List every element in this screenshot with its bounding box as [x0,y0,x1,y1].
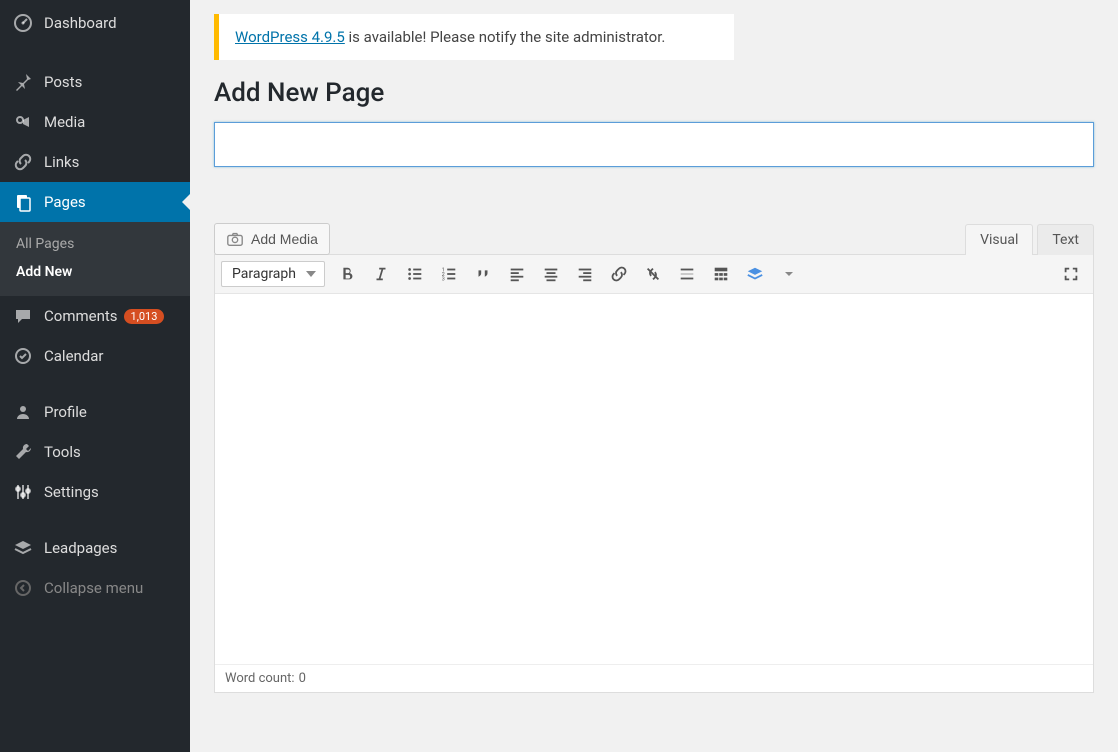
tab-text[interactable]: Text [1037,224,1094,255]
fullscreen-button[interactable] [1055,259,1087,289]
sidebar-sub-add-new[interactable]: Add New [0,258,190,286]
post-title-input[interactable] [214,122,1094,167]
update-notice-link[interactable]: WordPress 4.9.5 [235,28,345,46]
sidebar-item-label: Profile [44,403,87,421]
editor-status-bar: Word count: 0 [215,664,1093,692]
camera-icon [226,230,244,248]
format-select[interactable]: Paragraph [221,261,325,287]
admin-sidebar: Dashboard Posts Media Links Pages All Pa… [0,0,190,752]
unlink-button[interactable] [637,259,669,289]
editor-toolbar: Paragraph 123 [215,255,1093,294]
main-content: WordPress 4.9.5 is available! Please not… [190,0,1118,752]
sidebar-item-profile[interactable]: Profile [0,392,190,432]
sidebar-item-label: Media [44,113,85,131]
sidebar-item-links[interactable]: Links [0,142,190,182]
sidebar-item-calendar[interactable]: Calendar [0,336,190,376]
sliders-icon [12,481,34,503]
leadpages-dropdown[interactable] [773,259,805,289]
sidebar-item-label: Collapse menu [44,579,143,597]
numbered-list-button[interactable]: 123 [433,259,465,289]
sidebar-item-label: Pages [44,193,86,211]
sidebar-item-leadpages[interactable]: Leadpages [0,528,190,568]
leadpages-button[interactable] [739,259,771,289]
sidebar-sub-all-pages[interactable]: All Pages [0,230,190,258]
add-media-button[interactable]: Add Media [214,223,330,255]
comments-count-badge: 1,013 [124,309,165,324]
align-center-button[interactable] [535,259,567,289]
sidebar-submenu-pages: All Pages Add New [0,222,190,296]
user-icon [12,401,34,423]
sidebar-item-label: Dashboard [44,14,117,32]
update-notice-text: is available! Please notify the site adm… [345,28,666,46]
layers-icon [12,537,34,559]
tab-visual[interactable]: Visual [965,224,1033,255]
link-icon [12,151,34,173]
editor-wrap: Add Media Visual Text Paragraph [214,223,1094,693]
bold-button[interactable] [331,259,363,289]
editor-mode-tabs: Visual Text [965,224,1094,255]
svg-text:3: 3 [442,276,445,282]
pages-icon [12,191,34,213]
sidebar-item-label: Leadpages [44,539,117,557]
collapse-icon [12,577,34,599]
insert-link-button[interactable] [603,259,635,289]
sidebar-item-label: Comments [44,307,118,325]
word-count-label: Word count: [225,671,295,686]
sidebar-item-media[interactable]: Media [0,102,190,142]
align-right-button[interactable] [569,259,601,289]
page-title: Add New Page [214,78,1094,108]
update-notice: WordPress 4.9.5 is available! Please not… [214,14,734,60]
comment-icon [12,305,34,327]
editor-topbar: Add Media Visual Text [214,223,1094,255]
sidebar-item-pages[interactable]: Pages [0,182,190,222]
sidebar-item-label: Settings [44,483,99,501]
sidebar-item-tools[interactable]: Tools [0,432,190,472]
italic-button[interactable] [365,259,397,289]
sidebar-item-label: Calendar [44,347,104,365]
add-media-label: Add Media [251,231,318,247]
sidebar-collapse-menu[interactable]: Collapse menu [0,568,190,608]
editor-box: Paragraph 123 [214,254,1094,693]
toolbar-toggle-button[interactable] [705,259,737,289]
media-icon [12,111,34,133]
sidebar-item-label: Links [44,153,79,171]
dashboard-icon [12,12,34,34]
bullet-list-button[interactable] [399,259,431,289]
sidebar-item-comments[interactable]: Comments 1,013 [0,296,190,336]
word-count-value: 0 [299,671,306,686]
insert-more-button[interactable] [671,259,703,289]
sidebar-item-label: Posts [44,73,82,91]
pin-icon [12,71,34,93]
sidebar-item-settings[interactable]: Settings [0,472,190,512]
sidebar-item-dashboard[interactable]: Dashboard [0,0,190,46]
editor-content-area[interactable] [215,294,1093,664]
align-left-button[interactable] [501,259,533,289]
sidebar-item-posts[interactable]: Posts [0,62,190,102]
wrench-icon [12,441,34,463]
calendar-icon [12,345,34,367]
sidebar-item-label: Tools [44,443,81,461]
blockquote-button[interactable] [467,259,499,289]
